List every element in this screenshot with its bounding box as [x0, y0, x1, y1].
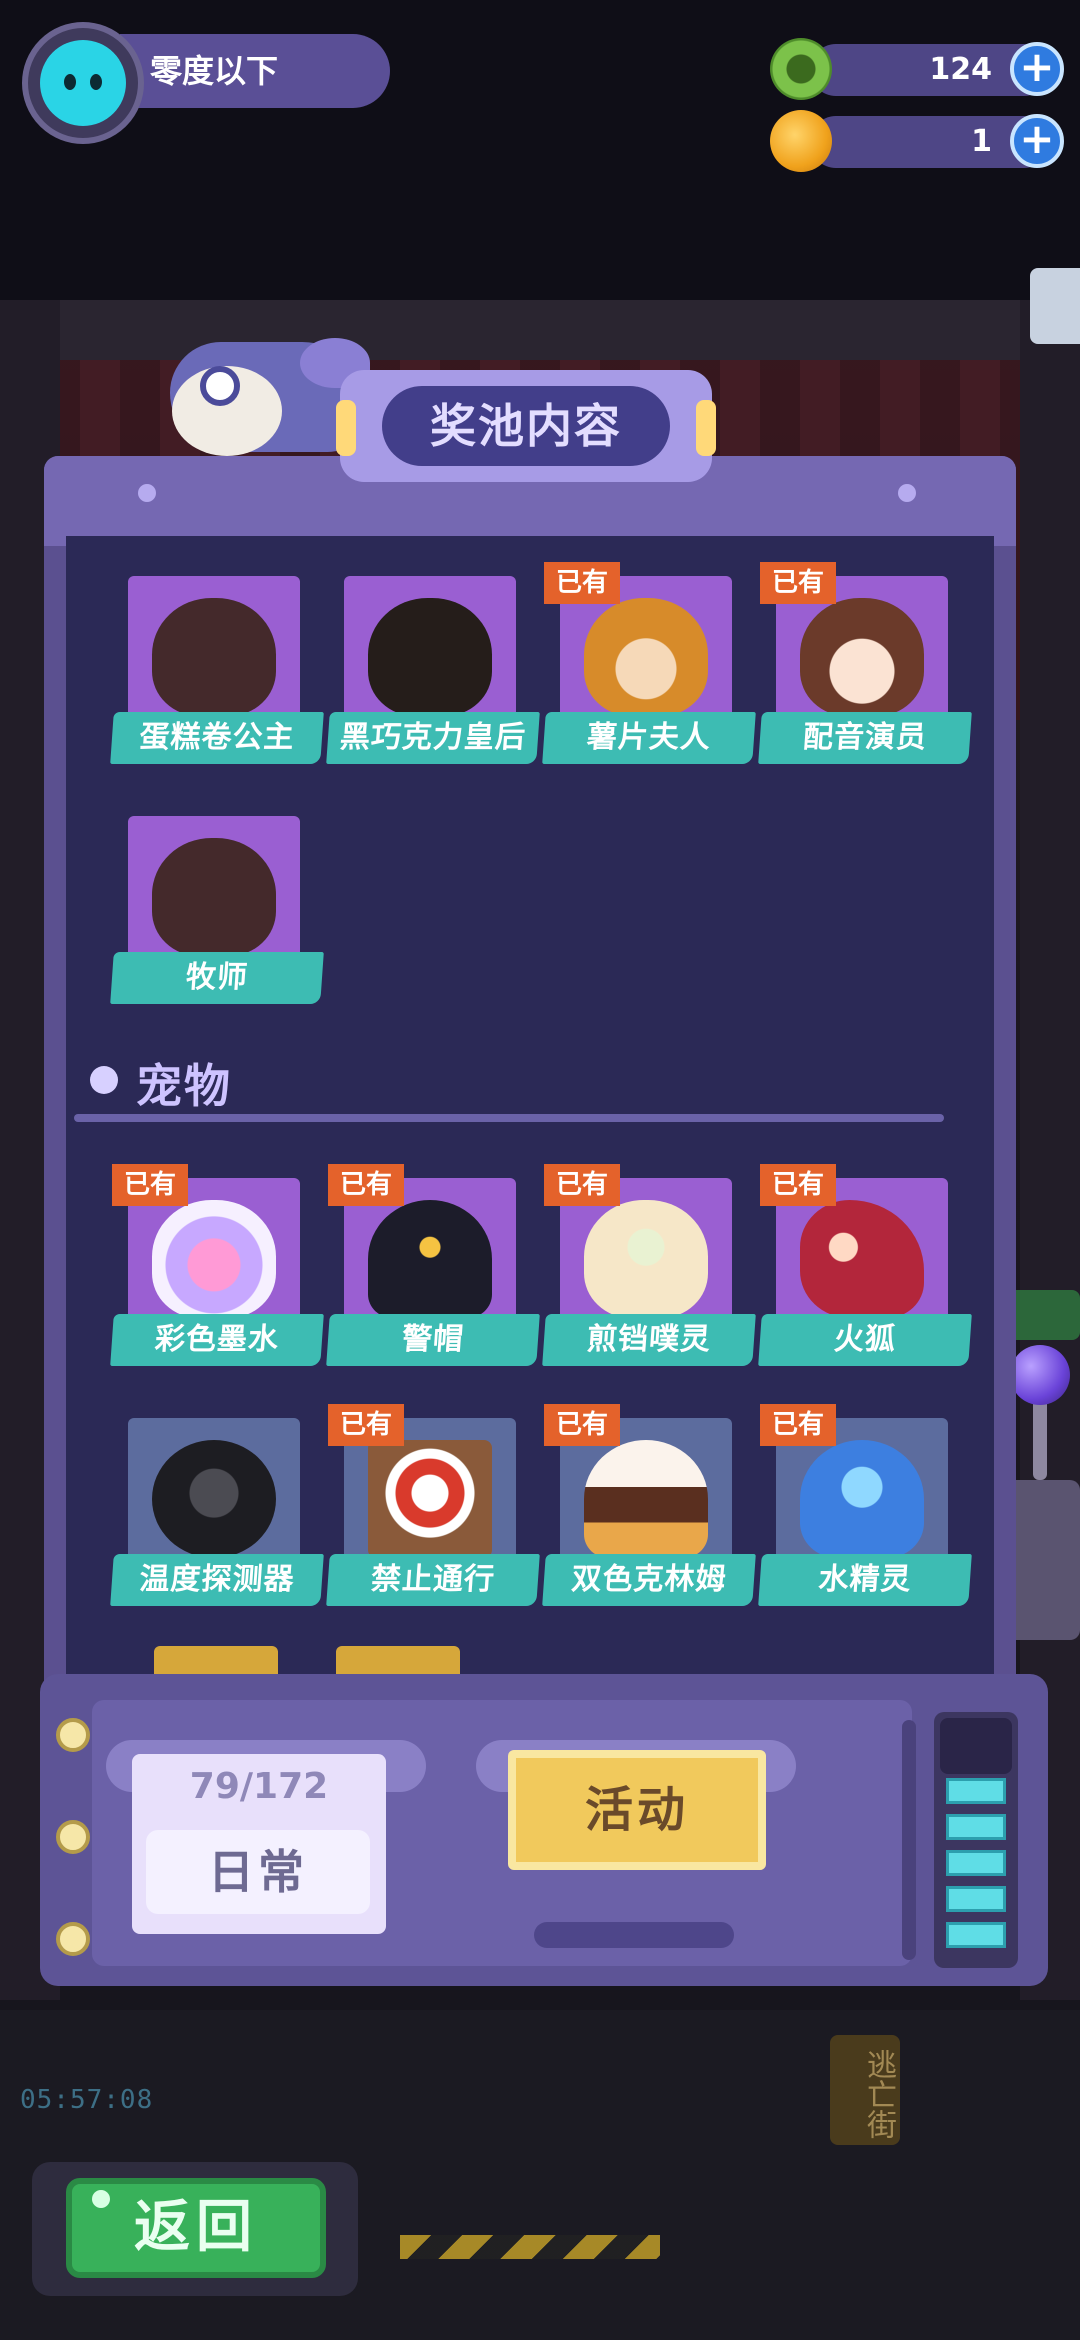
prize-list[interactable]: 蛋糕卷公主 黑巧克力皇后 薯片夫人 已有 配音演员 已有 牧师 宠物 彩色墨水 …: [66, 536, 994, 1676]
section-dot: [90, 1066, 118, 1094]
water-spirit-pet-icon: [800, 1440, 924, 1558]
character-silhouette-icon: [152, 838, 276, 956]
prize-card-dark-chocolate-queen[interactable]: 黑巧克力皇后: [326, 576, 540, 772]
no-entry-sign-icon: [368, 1440, 492, 1558]
progress-count: 79/172: [189, 1766, 329, 1807]
currency-value: 124: [929, 52, 992, 87]
currency-value: 1: [971, 124, 992, 159]
prize-card-temperature-detector[interactable]: 温度探测器: [110, 1418, 324, 1614]
police-cap-icon: [368, 1200, 492, 1318]
green-donut-coin-icon: [770, 38, 832, 100]
add-currency-button[interactable]: +: [1010, 114, 1064, 168]
panel-title: 奖池内容: [382, 386, 670, 466]
rivet: [138, 484, 156, 502]
prize-card-voice-actor[interactable]: 配音演员 已有: [758, 562, 972, 772]
prize-card-fire-fox[interactable]: 火狐 已有: [758, 1164, 972, 1374]
yellow-tab: [336, 1646, 460, 1676]
card-label: 牧师: [110, 952, 324, 1004]
side-scissors-icon[interactable]: [1030, 268, 1080, 344]
owned-badge: 已有: [760, 562, 836, 604]
card-label: 彩色墨水: [110, 1314, 324, 1366]
meter-cell: [946, 1922, 1006, 1948]
owned-badge: 已有: [544, 562, 620, 604]
coin-slot: [534, 1922, 734, 1948]
user-name: 零度以下: [150, 52, 279, 90]
light-bulb-icon: [56, 1922, 90, 1956]
light-bulb-icon: [56, 1718, 90, 1752]
section-title-pets: 宠物: [136, 1059, 232, 1113]
two-tone-cream-icon: [584, 1440, 708, 1558]
card-label: 蛋糕卷公主: [110, 712, 324, 764]
prize-card-cake-roll-princess[interactable]: 蛋糕卷公主: [110, 576, 324, 772]
card-label: 双色克林姆: [542, 1554, 756, 1606]
owned-badge: 已有: [112, 1164, 188, 1206]
prize-card-color-ink[interactable]: 彩色墨水 已有: [110, 1164, 324, 1374]
button-gloss: [92, 2190, 110, 2208]
meter-cell: [946, 1886, 1006, 1912]
rivet: [898, 484, 916, 502]
prize-card-water-spirit[interactable]: 水精灵 已有: [758, 1404, 972, 1614]
title-cap: [696, 400, 716, 456]
prize-card-police-cap[interactable]: 警帽 已有: [326, 1164, 540, 1374]
temperature-detector-icon: [152, 1440, 276, 1558]
meter-rail: [902, 1720, 916, 1960]
prize-card-chips-lady[interactable]: 薯片夫人 已有: [542, 562, 756, 772]
title-cap: [336, 400, 356, 456]
card-label: 黑巧克力皇后: [326, 712, 540, 764]
prize-card-two-tone-cream[interactable]: 双色克林姆 已有: [542, 1404, 756, 1614]
background-clock: 05:57:08: [20, 2085, 154, 2115]
section-divider: [74, 1114, 944, 1122]
card-label: 煎铛噗灵: [542, 1314, 756, 1366]
card-label: 薯片夫人: [542, 712, 756, 764]
card-label: 水精灵: [758, 1554, 972, 1606]
meter-cell: [946, 1814, 1006, 1840]
orange-planet-icon: [770, 110, 832, 172]
owned-badge: 已有: [328, 1164, 404, 1206]
character-silhouette-icon: [152, 598, 276, 716]
character-silhouette-icon: [368, 598, 492, 716]
hazard-stripe: [400, 2235, 660, 2259]
card-label: 温度探测器: [110, 1554, 324, 1606]
meter-cap: [940, 1718, 1012, 1774]
add-currency-button[interactable]: +: [1010, 42, 1064, 96]
light-bulb-icon: [56, 1820, 90, 1854]
owned-badge: 已有: [760, 1164, 836, 1206]
chips-lady-icon: [584, 598, 708, 716]
game-screen: 05:57:08 逃亡街 零度以下 124 + 1 + 奖池内容 蛋糕卷公主 黑…: [0, 0, 1080, 2340]
owned-badge: 已有: [544, 1404, 620, 1446]
card-label: 火狐: [758, 1314, 972, 1366]
fish-eye: [200, 366, 240, 406]
prize-card-fried-bun[interactable]: 煎铛噗灵 已有: [542, 1164, 756, 1374]
voice-actor-icon: [800, 598, 924, 716]
event-button[interactable]: 活动: [508, 1750, 766, 1870]
meter-cell: [946, 1850, 1006, 1876]
card-label: 警帽: [326, 1314, 540, 1366]
owned-badge: 已有: [328, 1404, 404, 1446]
daily-button[interactable]: 日常: [146, 1830, 370, 1914]
owned-badge: 已有: [760, 1404, 836, 1446]
card-label: 禁止通行: [326, 1554, 540, 1606]
cat-avatar-icon: [40, 40, 126, 126]
background-shelf: [0, 300, 1080, 360]
yellow-tab: [154, 1646, 278, 1676]
prize-card-priest[interactable]: 牧师: [110, 816, 324, 1012]
prize-card-no-entry[interactable]: 禁止通行 已有: [326, 1404, 540, 1614]
background-sign: 逃亡街: [830, 2035, 900, 2145]
owned-badge: 已有: [544, 1164, 620, 1206]
card-label: 配音演员: [758, 712, 972, 764]
meter-cell: [946, 1778, 1006, 1804]
lever-knob-icon[interactable]: [1010, 1345, 1070, 1405]
fried-bun-pet-icon: [584, 1200, 708, 1318]
color-ink-pet-icon: [152, 1200, 276, 1318]
